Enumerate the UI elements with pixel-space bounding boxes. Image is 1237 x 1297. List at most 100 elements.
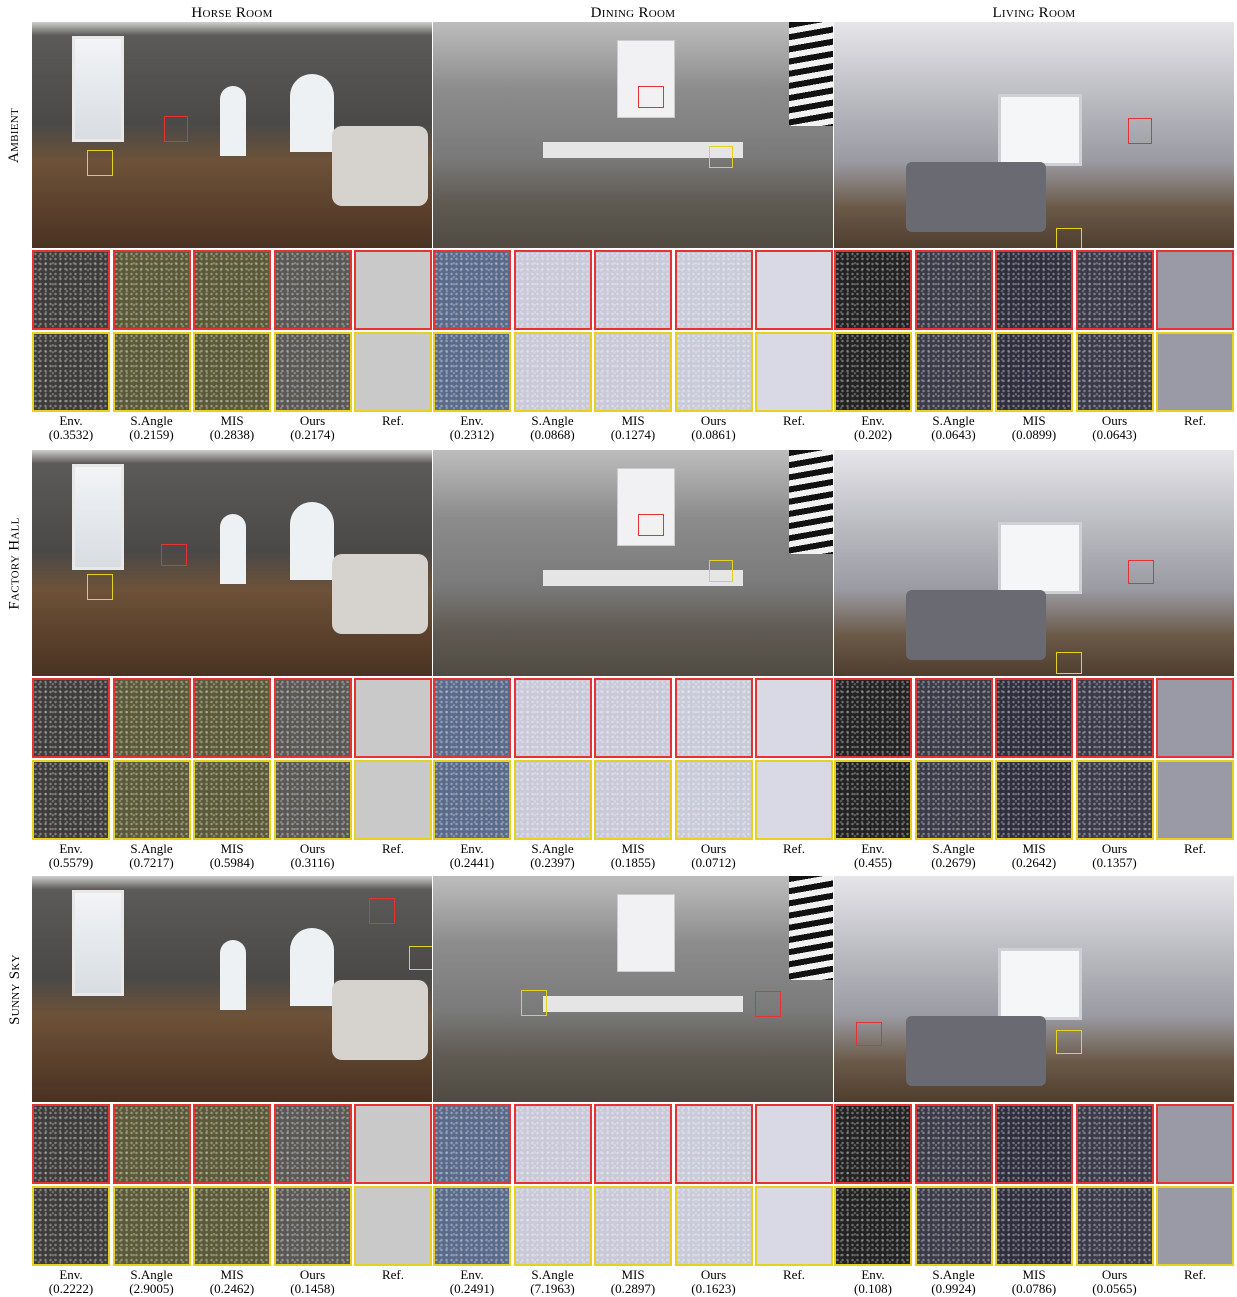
crop-image: [676, 252, 751, 328]
yellow-crop: [834, 760, 912, 840]
arched-window-shape: [220, 86, 246, 156]
red-crop: [193, 678, 271, 758]
red-crop: [674, 1104, 753, 1184]
method-name: S.Angle: [130, 1267, 173, 1282]
method-label: Ref.: [755, 1268, 833, 1282]
error-value: (0.2222): [48, 1281, 94, 1296]
crop-image: [275, 1106, 350, 1182]
method-label: Ours (0.3116): [274, 842, 352, 870]
crop-image: [836, 1188, 910, 1264]
yellow-highlight-box: [521, 990, 547, 1016]
row-title: Sunny Sky: [0, 876, 30, 1102]
sofa-shape: [906, 1016, 1046, 1086]
method-label: S.Angle (0.2397): [514, 842, 592, 870]
crop-image: [34, 762, 108, 838]
error-value: (0.1357): [1092, 855, 1137, 870]
crop-image: [114, 252, 189, 328]
error-value: (0.2159): [129, 427, 174, 442]
crop-image: [114, 334, 189, 410]
bay-window-shape: [998, 522, 1082, 594]
error-value: (2.9005): [129, 1281, 174, 1296]
crop-image: [916, 334, 991, 410]
method-name: Ours: [299, 841, 326, 856]
yellow-highlight-box: [87, 574, 113, 600]
error-value: (0.1458): [290, 1281, 335, 1296]
column-title: Dining Room: [590, 5, 676, 21]
method-label: Ref.: [1156, 414, 1234, 428]
error-value: (0.0899): [1011, 427, 1057, 442]
crop-image: [356, 680, 430, 756]
crop-image: [435, 334, 509, 410]
red-crop: [354, 678, 432, 758]
error-value: (0.2397): [530, 855, 575, 870]
crop-image: [676, 334, 751, 410]
yellow-crop: [193, 760, 271, 840]
yellow-crop: [1075, 760, 1154, 840]
method-label: Ours (0.0861): [675, 414, 753, 442]
crop-image: [435, 762, 509, 838]
method-name: S.Angle: [932, 841, 975, 856]
crop-image: [1158, 1106, 1232, 1182]
method-name: Ref.: [1183, 841, 1207, 856]
method-label: MIS (0.5984): [193, 842, 271, 870]
crop-image: [1077, 762, 1152, 838]
crop-image: [836, 1106, 910, 1182]
crop-image: [515, 1106, 590, 1182]
red-crop: [1156, 678, 1234, 758]
red-crop: [513, 678, 592, 758]
row-title: Ambient: [0, 22, 30, 248]
yellow-crop: [513, 1186, 592, 1266]
row-title-text: Sunny Sky: [6, 953, 23, 1025]
row-title-text: Ambient: [6, 107, 23, 163]
error-value: (0.2462): [209, 1281, 255, 1296]
red-crop: [1075, 250, 1154, 330]
scene-render: [32, 876, 432, 1102]
method-label: Ours (0.0712): [675, 842, 753, 870]
red-crop: [354, 1104, 432, 1184]
crop-image: [1158, 1188, 1232, 1264]
yellow-crop: [914, 1186, 993, 1266]
method-name: MIS: [220, 413, 244, 428]
crop-image: [916, 252, 991, 328]
method-name: Env.: [59, 413, 83, 428]
method-label: S.Angle (0.7217): [113, 842, 191, 870]
red-crop: [513, 250, 592, 330]
yellow-crop: [914, 760, 993, 840]
method-name: Env.: [861, 1267, 885, 1282]
yellow-crop: [273, 1186, 352, 1266]
sofa-shape: [906, 162, 1046, 232]
sofa-shape: [906, 590, 1046, 660]
crop-image: [836, 762, 910, 838]
method-name: Ref.: [782, 413, 806, 428]
crop-image: [1077, 680, 1152, 756]
crop-image: [997, 334, 1071, 410]
scene-render: [834, 450, 1234, 676]
yellow-crop: [594, 1186, 672, 1266]
sofa-shape: [332, 980, 428, 1060]
red-crop: [273, 1104, 352, 1184]
yellow-crop: [354, 760, 432, 840]
red-crop: [1075, 1104, 1154, 1184]
crop-image: [596, 1188, 670, 1264]
crop-image: [34, 1106, 108, 1182]
red-crop: [354, 250, 432, 330]
yellow-highlight-box: [87, 150, 113, 176]
yellow-crop: [674, 760, 753, 840]
red-crop: [433, 250, 511, 330]
sofa-shape: [332, 126, 428, 206]
error-value: (0.9924): [931, 1281, 976, 1296]
yellow-crop: [995, 1186, 1073, 1266]
crop-image: [356, 334, 430, 410]
yellow-highlight-box: [409, 946, 432, 970]
crop-image: [836, 252, 910, 328]
red-crop: [834, 250, 912, 330]
red-highlight-box: [755, 991, 781, 1017]
yellow-crop: [755, 332, 833, 412]
yellow-crop: [594, 760, 672, 840]
window-shape: [72, 464, 124, 570]
crop-image: [435, 252, 509, 328]
red-highlight-box: [1128, 118, 1152, 144]
method-name: MIS: [1022, 413, 1046, 428]
crop-image: [515, 680, 590, 756]
crop-image: [757, 1106, 831, 1182]
